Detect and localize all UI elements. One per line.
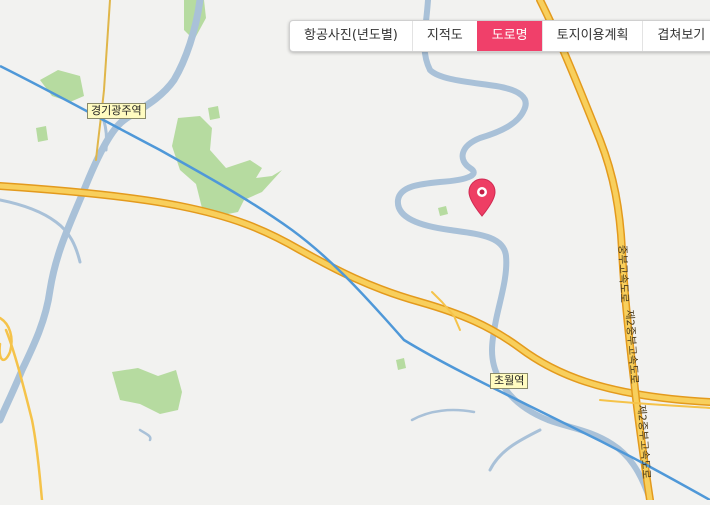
map-canvas[interactable]: 중부고속도로 제2중부고속도로 제2중부고속도로	[0, 0, 710, 504]
expressway-label: 중부고속도로	[616, 245, 630, 304]
station-label-chowol[interactable]: 초월역	[490, 373, 529, 389]
map-view[interactable]: 중부고속도로 제2중부고속도로 제2중부고속도로	[0, 0, 710, 504]
map-layer-toolbar: 항공사진(년도별) 지적도 도로명 토지이용계획 겹쳐보기	[289, 20, 710, 52]
location-pin-graphic	[468, 178, 496, 217]
tab-land-use-plan[interactable]: 토지이용계획	[541, 21, 643, 51]
tab-overlay-view[interactable]: 겹쳐보기	[642, 21, 710, 51]
tab-cadastral-map[interactable]: 지적도	[411, 21, 477, 51]
park-area	[208, 106, 220, 120]
map-background	[0, 0, 710, 500]
location-pin-icon[interactable]	[468, 178, 496, 218]
tab-road-name[interactable]: 도로명	[476, 21, 542, 51]
station-label-gyeonggi-gwangju[interactable]: 경기광주역	[87, 103, 146, 119]
tab-aerial-photo[interactable]: 항공사진(년도별)	[290, 21, 412, 51]
park-area	[36, 126, 48, 142]
